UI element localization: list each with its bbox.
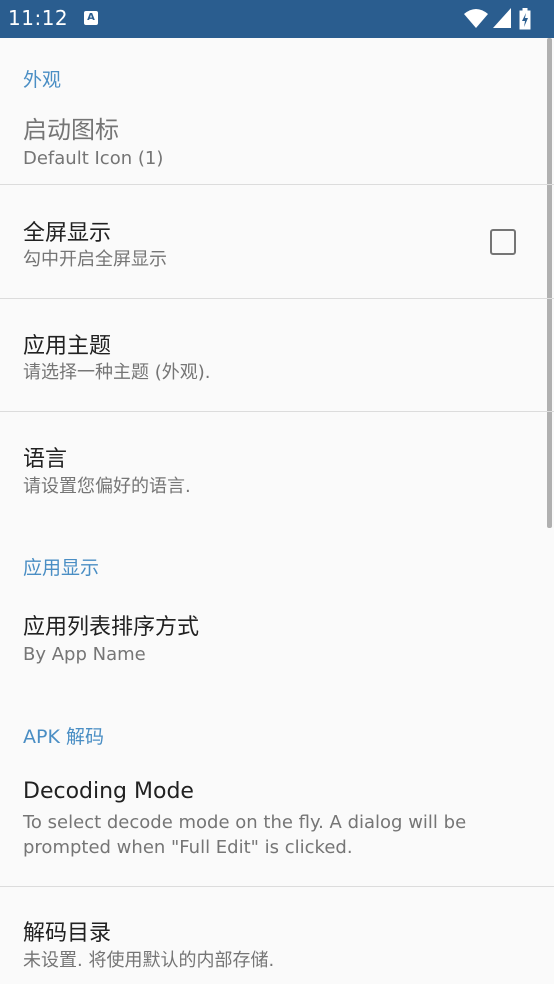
status-icons (464, 8, 544, 30)
pref-fullscreen-title: 全屏显示 (23, 221, 112, 246)
settings-list: 外观 启动图标 Default Icon (1) 全屏显示 勾中开启全屏显示 应… (0, 38, 554, 984)
pref-launch-icon-summary: Default Icon (1) (23, 148, 164, 169)
pref-decoding-mode-summary: To select decode mode on the fly. A dial… (23, 812, 467, 858)
pref-decoding-mode-title: Decoding Mode (23, 779, 194, 804)
scrollbar[interactable] (547, 38, 552, 528)
cellular-signal-icon (493, 8, 511, 28)
battery-icon (519, 8, 531, 30)
wifi-icon (464, 9, 488, 28)
pref-language-summary: 请设置您偏好的语言. (23, 476, 191, 497)
category-apk-decode: APK 解码 (23, 726, 104, 748)
pref-launch-icon-title: 启动图标 (23, 116, 119, 144)
category-appearance: 外观 (23, 69, 62, 91)
pref-sort[interactable] (0, 586, 544, 696)
pref-language-title: 语言 (23, 447, 68, 472)
category-app-display: 应用显示 (23, 557, 100, 579)
pref-decode-dir-summary: 未设置. 将使用默认的内部存储. (23, 950, 275, 971)
notification-icon: A (84, 11, 98, 25)
pref-language[interactable] (0, 412, 544, 524)
status-time: 11:12 (8, 6, 69, 30)
pref-theme-summary: 请选择一种主题 (外观). (23, 362, 211, 383)
pref-sort-summary: By App Name (23, 644, 146, 665)
status-bar: 11:12 A (0, 0, 554, 38)
pref-fullscreen-summary: 勾中开启全屏显示 (23, 249, 167, 270)
pref-sort-title: 应用列表排序方式 (23, 615, 200, 640)
pref-theme-title: 应用主题 (23, 334, 112, 359)
fullscreen-checkbox[interactable] (490, 229, 516, 255)
pref-decode-dir-title: 解码目录 (23, 921, 112, 946)
